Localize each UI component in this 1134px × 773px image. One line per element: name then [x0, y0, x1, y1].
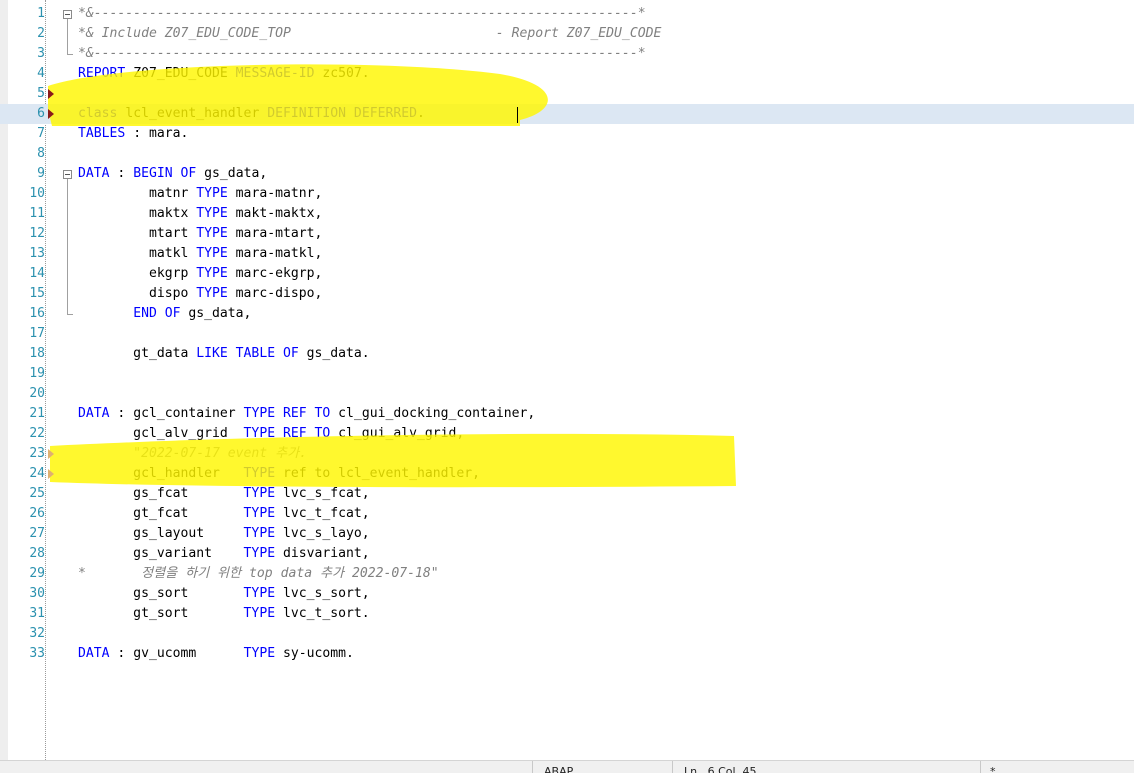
status-bar: ABAP Ln 6 Col 45 * [0, 760, 1134, 773]
fold-toggle-line-9[interactable] [63, 170, 72, 179]
code-editor[interactable]: 1 *&-------------------------------------… [0, 0, 1134, 760]
change-marker-line-5 [48, 89, 54, 99]
fold-guide-header-end [67, 54, 73, 55]
fold-guide-begin-of [67, 179, 68, 314]
change-marker-line-6 [48, 109, 54, 119]
fold-guide-begin-of-end [67, 314, 73, 315]
change-marker-line-23 [48, 449, 54, 459]
text-caret [517, 107, 518, 123]
fold-guide-header [67, 19, 68, 54]
change-marker-line-24 [48, 469, 54, 479]
highlight-stroke-bottom [50, 433, 736, 488]
fold-toggle-line-1[interactable] [63, 10, 72, 19]
